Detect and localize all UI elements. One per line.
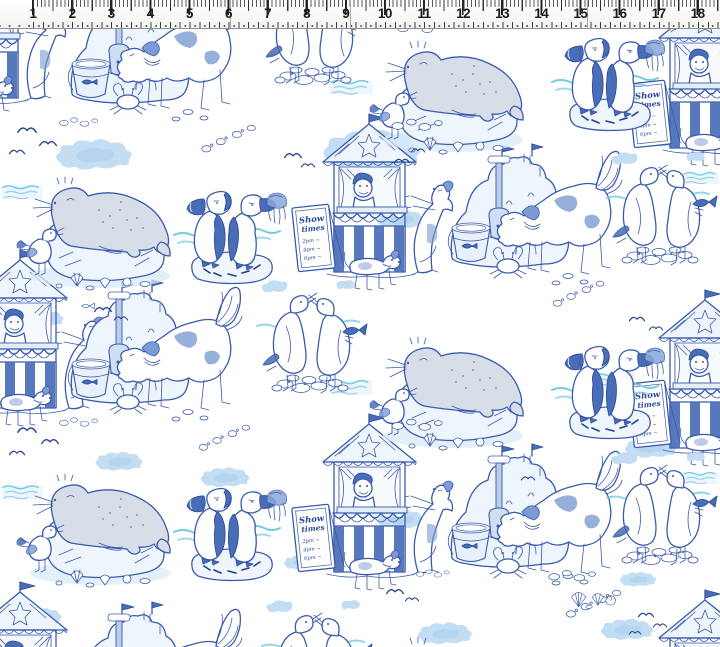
cloud-motif	[56, 139, 131, 169]
ruler-number: 12	[451, 6, 475, 21]
vbird-motif	[653, 624, 666, 627]
pawtrail-motif	[202, 125, 256, 152]
vbird-motif	[18, 428, 36, 432]
sandcastle-scene-motif	[448, 144, 622, 285]
ruler-number: 15	[568, 6, 592, 21]
vbird-motif	[42, 440, 59, 444]
vbird-motif	[649, 327, 662, 330]
ruler-numbers: 123456789101112131415161718	[0, 0, 720, 28]
measuring-ruler: 123456789101112131415161718	[0, 0, 720, 29]
ruler-number: 1	[21, 6, 45, 21]
ruler-number: 4	[138, 6, 162, 21]
water-motif	[330, 81, 373, 95]
gulls-scene-motif	[262, 600, 372, 647]
vbird-motif	[10, 150, 25, 153]
sandcastle-scene-motif	[448, 444, 622, 585]
cloud-motif	[601, 619, 653, 640]
seal-scene-motif	[370, 337, 524, 450]
pebbles-motif	[59, 118, 97, 126]
vbird-motif	[630, 317, 645, 320]
vbird-motif	[405, 598, 418, 601]
pawtrail-motif	[199, 425, 250, 450]
ruler-number: 9	[334, 6, 358, 21]
vbird-motif	[40, 142, 57, 146]
fabric-swatch: Show times 2pm ~ 4pm ~ 6pm ~	[0, 0, 720, 647]
cloud-motif	[201, 467, 250, 487]
water-motif	[683, 473, 718, 484]
ruler-number: 13	[490, 6, 514, 21]
ruler-number: 17	[647, 6, 671, 21]
cloud-motif	[418, 622, 472, 644]
ruler-number: 8	[295, 6, 319, 21]
pawtrail-motif	[553, 281, 604, 306]
water-motif	[683, 173, 718, 184]
ruler-number: 5	[177, 6, 201, 21]
water-motif	[1, 186, 42, 199]
water-motif	[1, 486, 42, 499]
ruler-number: 14	[529, 6, 553, 21]
vbird-motif	[10, 451, 25, 454]
pebbles-motif	[59, 418, 97, 426]
gulls-scene-motif	[607, 152, 717, 265]
sandcastle-scene-motif	[68, 602, 242, 647]
ruler-number: 11	[412, 6, 436, 21]
vbird-motif	[301, 164, 314, 167]
ruler-number: 7	[256, 6, 280, 21]
ruler-number: 3	[99, 6, 123, 21]
puffins-scene-motif	[174, 192, 287, 284]
ruler-number: 16	[608, 6, 632, 21]
vbird-motif	[387, 590, 404, 594]
gulls-scene-motif	[257, 280, 367, 393]
gulls-scene-motif	[607, 452, 717, 565]
ruler-number: 6	[217, 6, 241, 21]
sandcastle-scene-motif	[68, 280, 242, 421]
fabric-pattern	[0, 0, 720, 647]
hut-scene-motif	[628, 590, 720, 647]
seal-scene-motif	[370, 41, 524, 154]
cloud-motif	[96, 452, 143, 471]
hut-scene-motif	[628, 290, 720, 466]
ruler-number: 18	[686, 6, 710, 21]
puffins-scene-motif	[174, 489, 287, 581]
fish-motif	[82, 303, 95, 309]
vbird-motif	[639, 613, 654, 616]
vbird-motif	[18, 128, 36, 132]
vbird-motif	[285, 154, 302, 158]
cloud-motif	[620, 572, 656, 587]
ruler-number: 2	[60, 6, 84, 21]
ruler-number: 10	[373, 6, 397, 21]
